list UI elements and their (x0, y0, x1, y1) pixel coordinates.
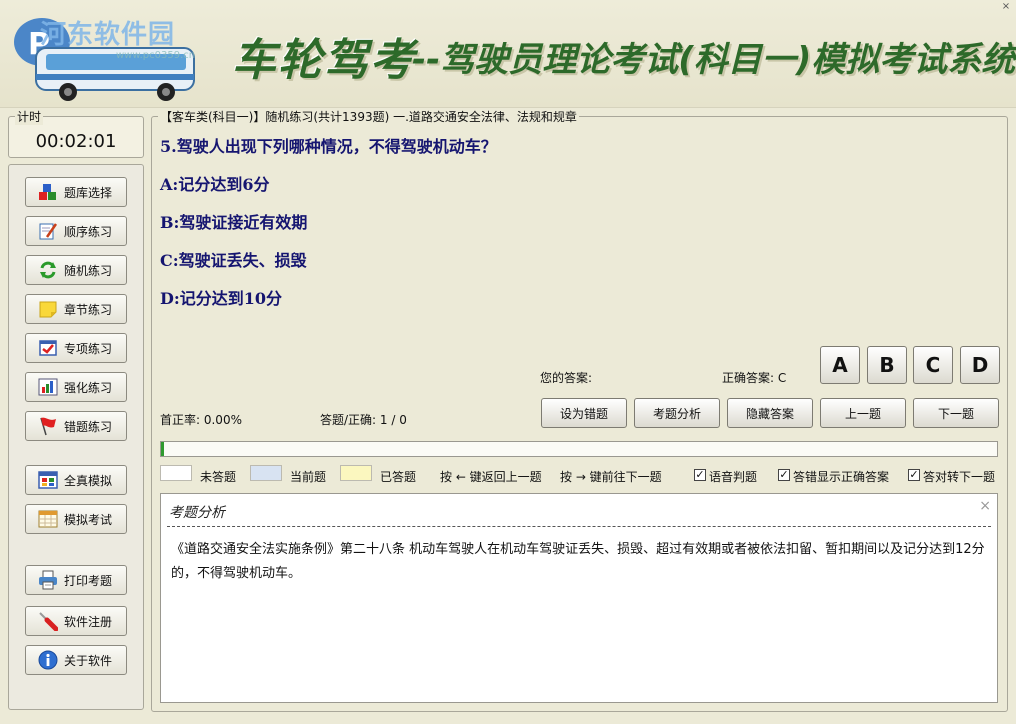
menu-question-bank-button[interactable]: 题库选择 (25, 177, 127, 207)
menu-full-simulation-button[interactable]: 全真模拟 (25, 465, 127, 495)
your-answer-label: 您的答案: (540, 371, 593, 385)
analysis-text: 《道路交通安全法实施条例》第二十八条 机动车驾驶人在机动车驾驶证丢失、损毁、超过… (171, 542, 985, 581)
progress-bar (160, 441, 998, 457)
menu-label: 关于软件 (64, 653, 113, 668)
answer-a-button[interactable]: A (820, 346, 860, 384)
app-brand-title: 车轮驾考 (232, 35, 416, 86)
window-grid-icon (38, 471, 58, 489)
answer-c-button[interactable]: C (913, 346, 953, 384)
legend-current-label: 当前题 (290, 470, 327, 484)
answered-stat: 答题/正确: 1 / 0 (320, 413, 407, 427)
legend-unanswered-label: 未答题 (200, 470, 237, 484)
menu-mock-exam-button[interactable]: 模拟考试 (25, 504, 127, 534)
option-c[interactable]: C:驾驶证丢失、损毁 (160, 247, 307, 271)
menu-label: 错题练习 (64, 419, 113, 434)
option-a[interactable]: A:记分达到6分 (160, 171, 269, 195)
menu-sequential-practice-button[interactable]: 顺序练习 (25, 216, 127, 246)
checkbox-icon (39, 340, 57, 356)
app-banner: P 河东软件园 www.pc0359.cn 车轮驾考 --驾驶员理论考试(科目一… (0, 0, 1016, 108)
menu-label: 随机练习 (64, 263, 113, 278)
sticky-note-icon (39, 301, 57, 318)
auto-next-label: 答对转下一题 (923, 470, 996, 484)
refresh-arrows-icon (40, 261, 56, 279)
voice-judge-label: 语音判题 (709, 470, 758, 484)
notepad-pencil-icon (39, 223, 58, 240)
voice-judge-checkbox[interactable]: ✓ (694, 469, 706, 481)
menu-label: 软件注册 (64, 614, 113, 629)
menu-special-practice-button[interactable]: 专项练习 (25, 333, 127, 363)
timer-group: 计时 00:02:01 (8, 108, 144, 158)
option-b[interactable]: B:驾驶证接近有效期 (160, 209, 307, 233)
app-subtitle: --驾驶员理论考试(科目一)模拟考试系统 (412, 40, 1016, 80)
printer-icon (39, 570, 57, 590)
screwdriver-icon (39, 612, 58, 631)
calendar-icon (38, 510, 58, 528)
watermark-text: 河东软件园 (40, 20, 176, 50)
question-panel: 【客车类(科目一)】随机练习(共计1393题) 一.道路交通安全法律、法规和规章… (151, 108, 1008, 712)
menu-label: 强化练习 (64, 380, 113, 395)
correct-answer-label: 正确答案: C (722, 371, 787, 385)
bar-chart-icon (38, 378, 58, 396)
menu-label: 模拟考试 (64, 512, 113, 527)
answer-b-button[interactable]: B (867, 346, 907, 384)
show-correct-checkbox[interactable]: ✓ (778, 469, 790, 481)
menu-label: 章节练习 (64, 302, 113, 317)
timer-label: 计时 (15, 108, 44, 125)
question-text: 5.驾驶人出现下列哪种情况，不得驾驶机动车？ (160, 137, 497, 156)
menu-intensive-practice-button[interactable]: 强化练习 (25, 372, 127, 402)
analysis-panel: 考题分析 × 《道路交通安全法实施条例》第二十八条 机动车驾驶人在机动车驾驶证丢… (160, 493, 998, 703)
window-close-button[interactable]: × (1000, 2, 1012, 12)
progress-fill (161, 442, 165, 456)
menu-about-button[interactable]: 关于软件 (25, 645, 127, 675)
answer-d-button[interactable]: D (960, 346, 1000, 384)
menu-wrong-questions-button[interactable]: 错题练习 (25, 411, 127, 441)
menu-random-practice-button[interactable]: 随机练习 (25, 255, 127, 285)
sidebar-menu: 题库选择 顺序练习 随机练习 章节练习 专项练习 强化练习 错题练习 全真模拟 … (8, 164, 144, 710)
menu-label: 题库选择 (64, 185, 113, 200)
hide-answer-button[interactable]: 隐藏答案 (727, 398, 813, 428)
menu-label: 打印考题 (64, 573, 113, 588)
option-d[interactable]: D:记分达到10分 (160, 285, 282, 309)
mark-wrong-button[interactable]: 设为错题 (541, 398, 627, 428)
auto-next-checkbox[interactable]: ✓ (908, 469, 920, 481)
menu-label: 顺序练习 (64, 224, 113, 239)
timer-value: 00:02:01 (35, 131, 117, 152)
menu-chapter-practice-button[interactable]: 章节练习 (25, 294, 127, 324)
analysis-button[interactable]: 考题分析 (634, 398, 720, 428)
info-icon (38, 650, 58, 670)
menu-label: 专项练习 (64, 341, 113, 356)
category-title: 【客车类(科目一)】随机练习(共计1393题) 一.道路交通安全法律、法规和规章 (158, 108, 579, 125)
legend-answered-swatch (340, 465, 372, 481)
watermark-url: www.pc0359.cn (116, 50, 196, 61)
cubes-icon (39, 184, 56, 200)
legend-current-swatch (250, 465, 282, 481)
show-correct-label: 答错显示正确答案 (793, 470, 890, 484)
analysis-divider (167, 526, 991, 527)
analysis-title: 考题分析 (169, 505, 225, 521)
legend-answered-label: 已答题 (380, 470, 417, 484)
red-flag-icon (40, 417, 56, 436)
prev-question-button[interactable]: 上一题 (820, 398, 906, 428)
key-hint-prev: 按 ← 键返回上一题 (440, 470, 542, 484)
menu-label: 全真模拟 (64, 473, 113, 488)
key-hint-next: 按 → 键前往下一题 (560, 470, 662, 484)
analysis-close-icon[interactable]: × (979, 498, 991, 514)
menu-register-button[interactable]: 软件注册 (25, 606, 127, 636)
legend-unanswered-swatch (160, 465, 192, 481)
accuracy-stat: 首正率: 0.00% (160, 413, 242, 427)
next-question-button[interactable]: 下一题 (913, 398, 999, 428)
menu-print-button[interactable]: 打印考题 (25, 565, 127, 595)
